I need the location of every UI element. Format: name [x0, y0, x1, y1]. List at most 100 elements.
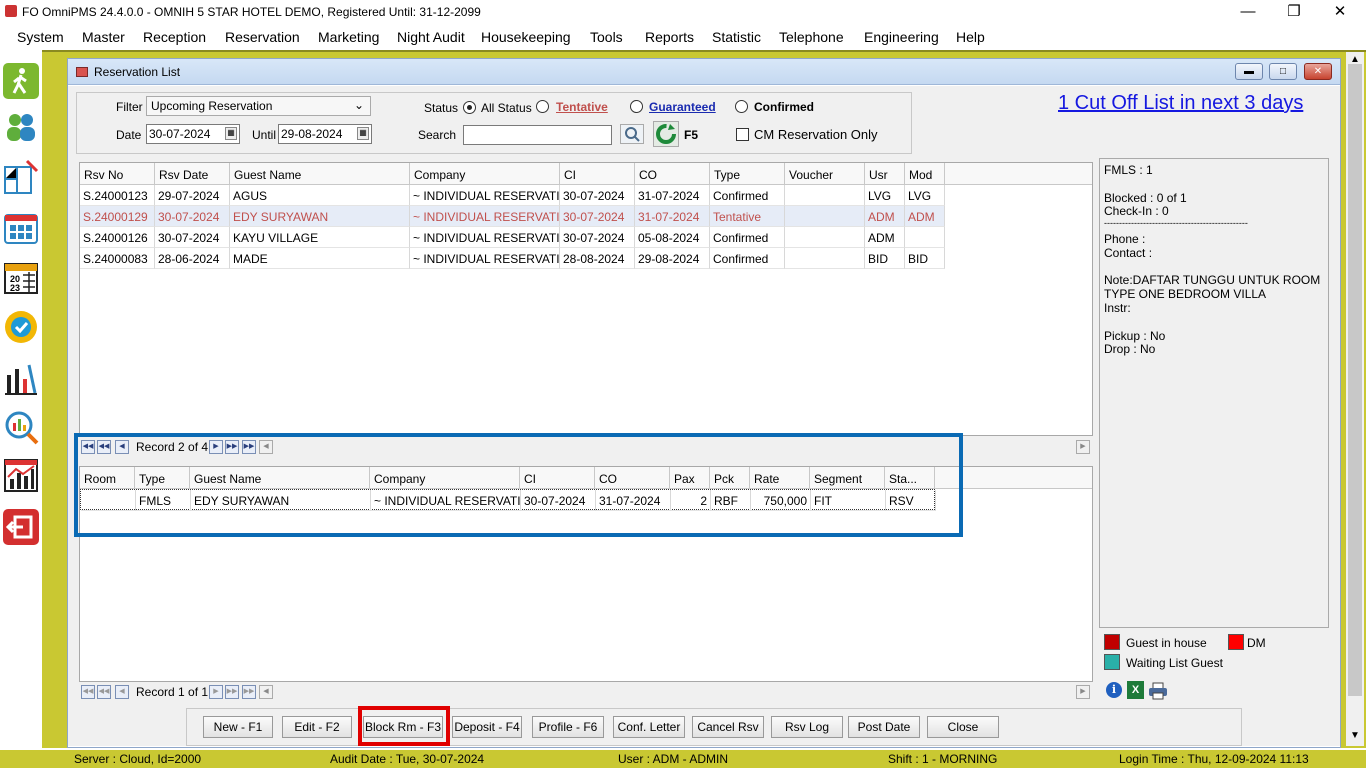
menu-statistic[interactable]: Statistic — [712, 29, 761, 45]
cutoff-list-link[interactable]: 1 Cut Off List in next 3 days — [1058, 92, 1303, 115]
printer-icon[interactable] — [1148, 682, 1168, 703]
post-date-button[interactable]: Post Date — [848, 716, 920, 738]
menu-reception[interactable]: Reception — [143, 29, 206, 45]
status-guaranteed-label[interactable]: Guaranteed — [649, 100, 716, 114]
room-plan-icon[interactable] — [3, 159, 39, 195]
title-bar: FO OmniPMS 24.4.0.0 - OMNIH 5 STAR HOTEL… — [0, 0, 1366, 24]
next-page-icon[interactable]: ▶▶ — [225, 685, 239, 699]
col-ci[interactable]: CI — [560, 163, 635, 185]
child-close-icon[interactable]: ✕ — [1304, 63, 1332, 80]
table-row[interactable]: S.24000129 30-07-2024 EDY SURYAWAN ~ INDIVI… — [80, 206, 945, 227]
status-all-label[interactable]: All Status — [481, 101, 532, 115]
calendar-icon[interactable]: 20 23 — [3, 259, 39, 295]
scroll-right-icon[interactable]: ▶ — [1076, 440, 1090, 454]
calendar-picker-icon[interactable]: ▦ — [357, 127, 369, 140]
status-confirmed-label[interactable]: Confirmed — [754, 100, 814, 114]
info-line: Instr: — [1104, 301, 1131, 315]
next-record-icon[interactable]: ▶ — [209, 685, 223, 699]
calendar-picker-icon[interactable]: ▦ — [225, 127, 237, 140]
menu-master[interactable]: Master — [82, 29, 125, 45]
table-cell: ~ INDIVIDUAL RESERVATI... — [410, 248, 560, 269]
filter-select[interactable]: Upcoming Reservation ⌄ — [146, 96, 371, 116]
restore-icon[interactable]: ❐ — [1274, 2, 1314, 22]
menu-help[interactable]: Help — [956, 29, 985, 45]
table-cell — [785, 248, 865, 269]
prev-page-icon[interactable]: ◀◀ — [97, 685, 111, 699]
new-button[interactable]: New - F1 — [203, 716, 273, 738]
col-mod[interactable]: Mod — [905, 163, 945, 185]
cm-only-checkbox[interactable] — [736, 128, 749, 141]
table-cell: 31-07-2024 — [635, 206, 710, 227]
col-type[interactable]: Type — [710, 163, 785, 185]
logout-icon[interactable] — [3, 509, 39, 545]
first-record-icon[interactable]: ◀◀ — [81, 685, 95, 699]
col-guest-name[interactable]: Guest Name — [230, 163, 410, 185]
status-all-radio[interactable] — [463, 101, 476, 114]
menu-system[interactable]: System — [17, 29, 64, 45]
date-value: 30-07-2024 — [149, 127, 211, 141]
table-row[interactable]: S.24000083 28-06-2024 MADE ~ INDIVIDUAL RES… — [80, 248, 945, 269]
close-icon[interactable]: ✕ — [1320, 2, 1360, 22]
child-minimize-icon[interactable]: ▬ — [1235, 63, 1263, 80]
table-row[interactable]: S.24000126 30-07-2024 KAYU VILLAGE ~ INDIVI… — [80, 227, 945, 248]
edit-button[interactable]: Edit - F2 — [282, 716, 352, 738]
search-icon[interactable] — [620, 124, 644, 144]
col-co[interactable]: CO — [635, 163, 710, 185]
minimize-icon[interactable]: — — [1228, 2, 1268, 22]
col-rsv-no[interactable]: Rsv No — [80, 163, 155, 185]
rsv-log-button[interactable]: Rsv Log — [771, 716, 843, 738]
scroll-down-icon[interactable]: ▼ — [1350, 730, 1360, 741]
col-rsv-date[interactable]: Rsv Date — [155, 163, 230, 185]
cancel-rsv-button[interactable]: Cancel Rsv — [692, 716, 764, 738]
cm-only-label[interactable]: CM Reservation Only — [754, 127, 878, 142]
last-record-icon[interactable]: ▶▶ — [242, 685, 256, 699]
col-voucher[interactable]: Voucher — [785, 163, 865, 185]
menu-housekeeping[interactable]: Housekeeping — [481, 29, 571, 45]
table-cell: ADM — [865, 227, 905, 248]
until-field[interactable]: 29-08-2024 ▦ — [278, 124, 372, 144]
walk-in-icon[interactable] — [3, 63, 39, 99]
table-cell: ~ INDIVIDUAL RESERVATI... — [410, 206, 560, 227]
table-row[interactable]: S.24000123 29-07-2024 AGUS ~ INDIVIDUAL RES… — [80, 185, 945, 206]
menu-reservation[interactable]: Reservation — [225, 29, 300, 45]
search-input[interactable] — [463, 125, 612, 145]
app-icon — [5, 5, 17, 17]
refresh-icon[interactable] — [653, 121, 679, 147]
info-line: Note:DAFTAR TUNGGU UNTUK ROOM — [1104, 273, 1321, 288]
room-status-icon[interactable] — [3, 209, 39, 245]
reservation-grid-header: Rsv No Rsv Date Guest Name Company CI CO… — [80, 163, 1092, 185]
guests-icon[interactable] — [3, 109, 39, 145]
menu-tools[interactable]: Tools — [590, 29, 623, 45]
scroll-left-icon[interactable]: ◀ — [259, 685, 273, 699]
conf-letter-button[interactable]: Conf. Letter — [613, 716, 685, 738]
info-line: Check-In : 0 — [1104, 204, 1169, 219]
menu-engineering[interactable]: Engineering — [864, 29, 939, 45]
main-vertical-scrollbar[interactable]: ▲ ▼ — [1346, 52, 1364, 746]
status-tentative-label[interactable]: Tentative — [556, 100, 608, 114]
child-restore-icon[interactable]: □ — [1269, 63, 1297, 80]
excel-export-icon[interactable]: X — [1127, 681, 1144, 699]
balance-check-icon[interactable] — [3, 309, 39, 345]
profile-button[interactable]: Profile - F6 — [532, 716, 604, 738]
status-guaranteed-radio[interactable] — [630, 100, 643, 113]
date-field[interactable]: 30-07-2024 ▦ — [146, 124, 240, 144]
prev-record-icon[interactable]: ◀ — [115, 685, 129, 699]
scroll-right-icon[interactable]: ▶ — [1076, 685, 1090, 699]
info-icon[interactable]: i — [1106, 682, 1122, 698]
statistics-chart-icon[interactable] — [3, 457, 39, 493]
col-usr[interactable]: Usr — [865, 163, 905, 185]
col-company[interactable]: Company — [410, 163, 560, 185]
status-confirmed-radio[interactable] — [735, 100, 748, 113]
menu-marketing[interactable]: Marketing — [318, 29, 379, 45]
table-cell: ~ INDIVIDUAL RESERVATI... — [410, 227, 560, 248]
housekeeping-icon[interactable] — [3, 361, 39, 397]
deposit-button[interactable]: Deposit - F4 — [452, 716, 522, 738]
status-tentative-radio[interactable] — [536, 100, 549, 113]
menu-telephone[interactable]: Telephone — [779, 29, 844, 45]
info-line: Phone : — [1104, 232, 1146, 246]
menu-reports[interactable]: Reports — [645, 29, 694, 45]
analytics-search-icon[interactable] — [3, 409, 39, 445]
menu-night-audit[interactable]: Night Audit — [397, 29, 465, 45]
scroll-thumb[interactable] — [1348, 64, 1362, 696]
close-button[interactable]: Close — [927, 716, 999, 738]
